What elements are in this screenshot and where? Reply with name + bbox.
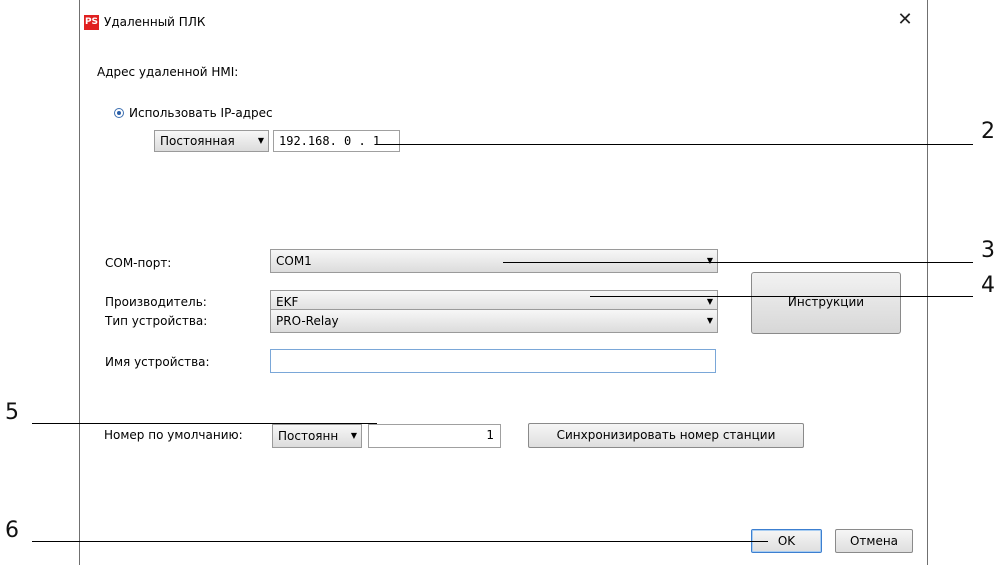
com-port-select[interactable]: COM1 ▼ — [270, 249, 718, 273]
chevron-down-icon: ▼ — [706, 316, 713, 325]
callout-number-2: 2 — [981, 119, 995, 144]
callout-line-6 — [32, 541, 768, 542]
device-name-label: Имя устройства: — [105, 355, 210, 369]
ip-mode-value: Постоянная — [160, 134, 235, 148]
ip-address-input[interactable]: 192.168. 0 . 1 — [273, 130, 400, 152]
callout-number-6: 6 — [5, 518, 19, 543]
window-title: Удаленный ПЛК — [104, 15, 206, 29]
default-number-label: Номер по умолчанию: — [104, 428, 243, 442]
callout-line-5 — [32, 423, 377, 424]
device-name-input[interactable] — [270, 349, 716, 373]
chevron-down-icon: ▼ — [350, 431, 357, 440]
use-ip-radio[interactable] — [114, 108, 124, 118]
station-number-input[interactable]: 1 — [368, 424, 501, 448]
callout-number-4: 4 — [981, 273, 995, 298]
callout-line-4 — [590, 296, 973, 297]
chevron-down-icon: ▼ — [257, 136, 264, 145]
close-icon[interactable]: ✕ — [895, 10, 915, 30]
manufacturer-value: EKF — [276, 295, 299, 309]
remote-address-label: Адрес удаленной HMI: — [97, 65, 239, 79]
app-logo-icon: PS — [84, 15, 99, 30]
number-mode-select[interactable]: Постоянн ▼ — [272, 424, 362, 448]
callout-line-2 — [377, 144, 973, 145]
com-port-label: COM-порт: — [105, 256, 172, 270]
callout-line-3 — [503, 262, 973, 263]
manufacturer-label: Производитель: — [105, 295, 207, 309]
device-type-select[interactable]: PRO-Relay ▼ — [270, 309, 718, 333]
sync-station-button[interactable]: Синхронизировать номер станции — [528, 423, 804, 448]
title-bar: PS Удаленный ПЛК ✕ — [80, 0, 927, 42]
chevron-down-icon: ▼ — [706, 256, 713, 265]
callout-number-5: 5 — [5, 400, 19, 425]
use-ip-label: Использовать IP-адрес — [129, 106, 273, 120]
device-type-value: PRO-Relay — [276, 314, 339, 328]
device-type-label: Тип устройства: — [105, 314, 208, 328]
cancel-button[interactable]: Отмена — [835, 529, 913, 553]
instructions-button[interactable]: Инструкции — [751, 272, 901, 334]
com-port-value: COM1 — [276, 254, 312, 268]
callout-number-3: 3 — [981, 238, 995, 263]
remote-plc-dialog: PS Удаленный ПЛК ✕ Адрес удаленной HMI: … — [79, 0, 928, 565]
ip-mode-select[interactable]: Постоянная ▼ — [154, 130, 269, 152]
number-mode-value: Постоянн — [278, 429, 339, 443]
